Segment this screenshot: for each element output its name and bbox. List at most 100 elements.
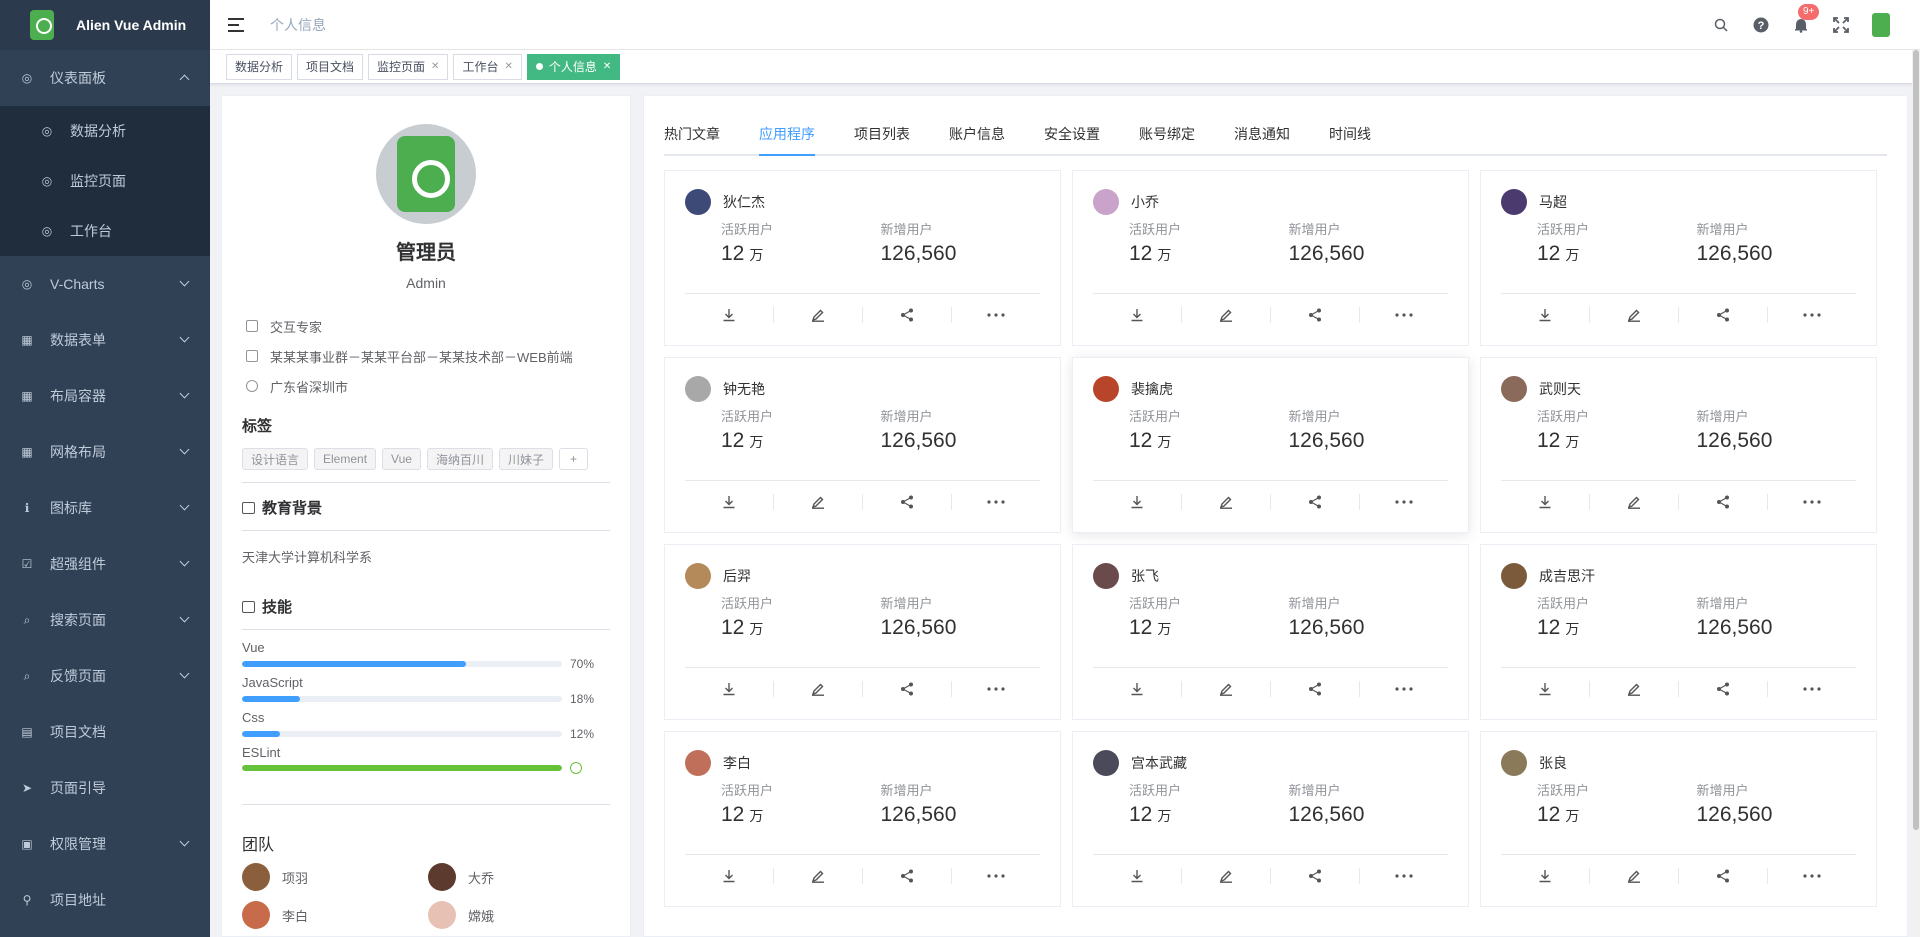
share-icon[interactable] bbox=[1679, 493, 1768, 510]
sidebar-item[interactable]: ▦ 网格布局 bbox=[0, 424, 210, 480]
submenu-item[interactable]: ◎ 监控页面 bbox=[0, 156, 210, 206]
breadcrumb[interactable]: 个人信息 bbox=[270, 15, 326, 35]
tags-view-item[interactable]: 工作台 ✕ bbox=[453, 53, 522, 80]
help-icon[interactable]: ? bbox=[1752, 16, 1770, 34]
tab-item[interactable]: 热门文章 bbox=[664, 124, 720, 154]
share-icon[interactable] bbox=[863, 867, 952, 884]
add-tag-button[interactable]: + bbox=[558, 448, 588, 470]
user-avatar[interactable] bbox=[1872, 13, 1890, 37]
search-icon[interactable] bbox=[1712, 16, 1730, 34]
more-icon[interactable] bbox=[952, 494, 1040, 510]
download-icon[interactable] bbox=[1501, 306, 1590, 323]
more-icon[interactable] bbox=[1768, 868, 1856, 884]
scrollbar-thumb[interactable] bbox=[1913, 50, 1919, 830]
more-icon[interactable] bbox=[952, 868, 1040, 884]
download-icon[interactable] bbox=[1093, 306, 1182, 323]
share-icon[interactable] bbox=[1271, 680, 1360, 697]
app-card[interactable]: 狄仁杰 活跃用户 12 万 新增用户 126,560 bbox=[664, 170, 1061, 346]
more-icon[interactable] bbox=[952, 307, 1040, 323]
sidebar-item[interactable]: ⌕ 搜索页面 bbox=[0, 592, 210, 648]
more-icon[interactable] bbox=[1768, 307, 1856, 323]
close-icon[interactable]: ✕ bbox=[603, 61, 611, 72]
close-icon[interactable]: ✕ bbox=[504, 61, 512, 72]
edit-icon[interactable] bbox=[774, 493, 863, 510]
profile-avatar[interactable] bbox=[376, 124, 476, 224]
more-icon[interactable] bbox=[1768, 494, 1856, 510]
fullscreen-icon[interactable] bbox=[1832, 16, 1850, 34]
app-card[interactable]: 钟无艳 活跃用户 12 万 新增用户 126,560 bbox=[664, 357, 1061, 533]
edit-icon[interactable] bbox=[1182, 867, 1271, 884]
download-icon[interactable] bbox=[1093, 493, 1182, 510]
edit-icon[interactable] bbox=[1182, 680, 1271, 697]
sidebar-item[interactable]: ⚲ 项目地址 bbox=[0, 872, 210, 928]
sidebar-item[interactable]: ▤ 项目文档 bbox=[0, 704, 210, 760]
app-card[interactable]: 宫本武藏 活跃用户 12 万 新增用户 126,560 bbox=[1072, 731, 1469, 907]
tags-view-item[interactable]: 监控页面 ✕ bbox=[368, 53, 449, 80]
team-member[interactable]: 项羽 bbox=[242, 863, 428, 891]
tab-item[interactable]: 项目列表 bbox=[854, 124, 910, 154]
sidebar-item[interactable]: ℹ 图标库 bbox=[0, 480, 210, 536]
app-card[interactable]: 后羿 活跃用户 12 万 新增用户 126,560 bbox=[664, 544, 1061, 720]
share-icon[interactable] bbox=[1679, 867, 1768, 884]
more-icon[interactable] bbox=[1360, 494, 1448, 510]
team-member[interactable]: 大乔 bbox=[428, 863, 614, 891]
submenu-item[interactable]: ◎ 工作台 bbox=[0, 206, 210, 256]
share-icon[interactable] bbox=[1271, 867, 1360, 884]
bell-icon[interactable]: 9+ bbox=[1792, 4, 1820, 34]
download-icon[interactable] bbox=[1093, 680, 1182, 697]
edit-icon[interactable] bbox=[1590, 493, 1679, 510]
app-card[interactable]: 张飞 活跃用户 12 万 新增用户 126,560 bbox=[1072, 544, 1469, 720]
sidebar-item[interactable]: ▣ 权限管理 bbox=[0, 816, 210, 872]
more-icon[interactable] bbox=[952, 681, 1040, 697]
app-card[interactable]: 小乔 活跃用户 12 万 新增用户 126,560 bbox=[1072, 170, 1469, 346]
team-member[interactable]: 李白 bbox=[242, 901, 428, 929]
tab-item[interactable]: 账号绑定 bbox=[1139, 124, 1195, 154]
edit-icon[interactable] bbox=[774, 867, 863, 884]
sidebar-item[interactable]: ➤ 页面引导 bbox=[0, 760, 210, 816]
app-card[interactable]: 武则天 活跃用户 12 万 新增用户 126,560 bbox=[1480, 357, 1877, 533]
share-icon[interactable] bbox=[1271, 493, 1360, 510]
download-icon[interactable] bbox=[1093, 867, 1182, 884]
sidebar-item[interactable]: ⌕ 反馈页面 bbox=[0, 648, 210, 704]
download-icon[interactable] bbox=[685, 680, 774, 697]
close-icon[interactable]: ✕ bbox=[431, 61, 439, 72]
edit-icon[interactable] bbox=[1590, 306, 1679, 323]
sidebar-item[interactable]: ◎ 仪表面板 bbox=[0, 50, 210, 106]
share-icon[interactable] bbox=[1679, 306, 1768, 323]
share-icon[interactable] bbox=[863, 680, 952, 697]
more-icon[interactable] bbox=[1360, 681, 1448, 697]
more-icon[interactable] bbox=[1360, 868, 1448, 884]
tab-item[interactable]: 时间线 bbox=[1329, 124, 1371, 154]
sidebar-item[interactable]: ◎ V-Charts bbox=[0, 256, 210, 312]
edit-icon[interactable] bbox=[1182, 493, 1271, 510]
edit-icon[interactable] bbox=[774, 306, 863, 323]
sidebar-item[interactable]: ☑ 超强组件 bbox=[0, 536, 210, 592]
app-card[interactable]: 裴擒虎 活跃用户 12 万 新增用户 126,560 bbox=[1072, 357, 1469, 533]
download-icon[interactable] bbox=[685, 306, 774, 323]
download-icon[interactable] bbox=[685, 493, 774, 510]
edit-icon[interactable] bbox=[1590, 867, 1679, 884]
edit-icon[interactable] bbox=[774, 680, 863, 697]
share-icon[interactable] bbox=[1679, 680, 1768, 697]
tab-item[interactable]: 安全设置 bbox=[1044, 124, 1100, 154]
submenu-item[interactable]: ◎ 数据分析 bbox=[0, 106, 210, 156]
sidebar-item[interactable]: ▦ 布局容器 bbox=[0, 368, 210, 424]
edit-icon[interactable] bbox=[1590, 680, 1679, 697]
download-icon[interactable] bbox=[1501, 680, 1590, 697]
tags-view-item[interactable]: 数据分析 bbox=[226, 53, 293, 80]
edit-icon[interactable] bbox=[1182, 306, 1271, 323]
app-card[interactable]: 马超 活跃用户 12 万 新增用户 126,560 bbox=[1480, 170, 1877, 346]
tab-item[interactable]: 账户信息 bbox=[949, 124, 1005, 154]
app-card[interactable]: 李白 活跃用户 12 万 新增用户 126,560 bbox=[664, 731, 1061, 907]
download-icon[interactable] bbox=[1501, 867, 1590, 884]
download-icon[interactable] bbox=[685, 867, 774, 884]
share-icon[interactable] bbox=[863, 306, 952, 323]
sidebar-item[interactable]: ▦ 数据表单 bbox=[0, 312, 210, 368]
share-icon[interactable] bbox=[1271, 306, 1360, 323]
page-scrollbar[interactable] bbox=[1912, 50, 1920, 937]
download-icon[interactable] bbox=[1501, 493, 1590, 510]
app-card[interactable]: 成吉思汗 活跃用户 12 万 新增用户 126,560 bbox=[1480, 544, 1877, 720]
tab-item[interactable]: 消息通知 bbox=[1234, 124, 1290, 154]
more-icon[interactable] bbox=[1360, 307, 1448, 323]
share-icon[interactable] bbox=[863, 493, 952, 510]
